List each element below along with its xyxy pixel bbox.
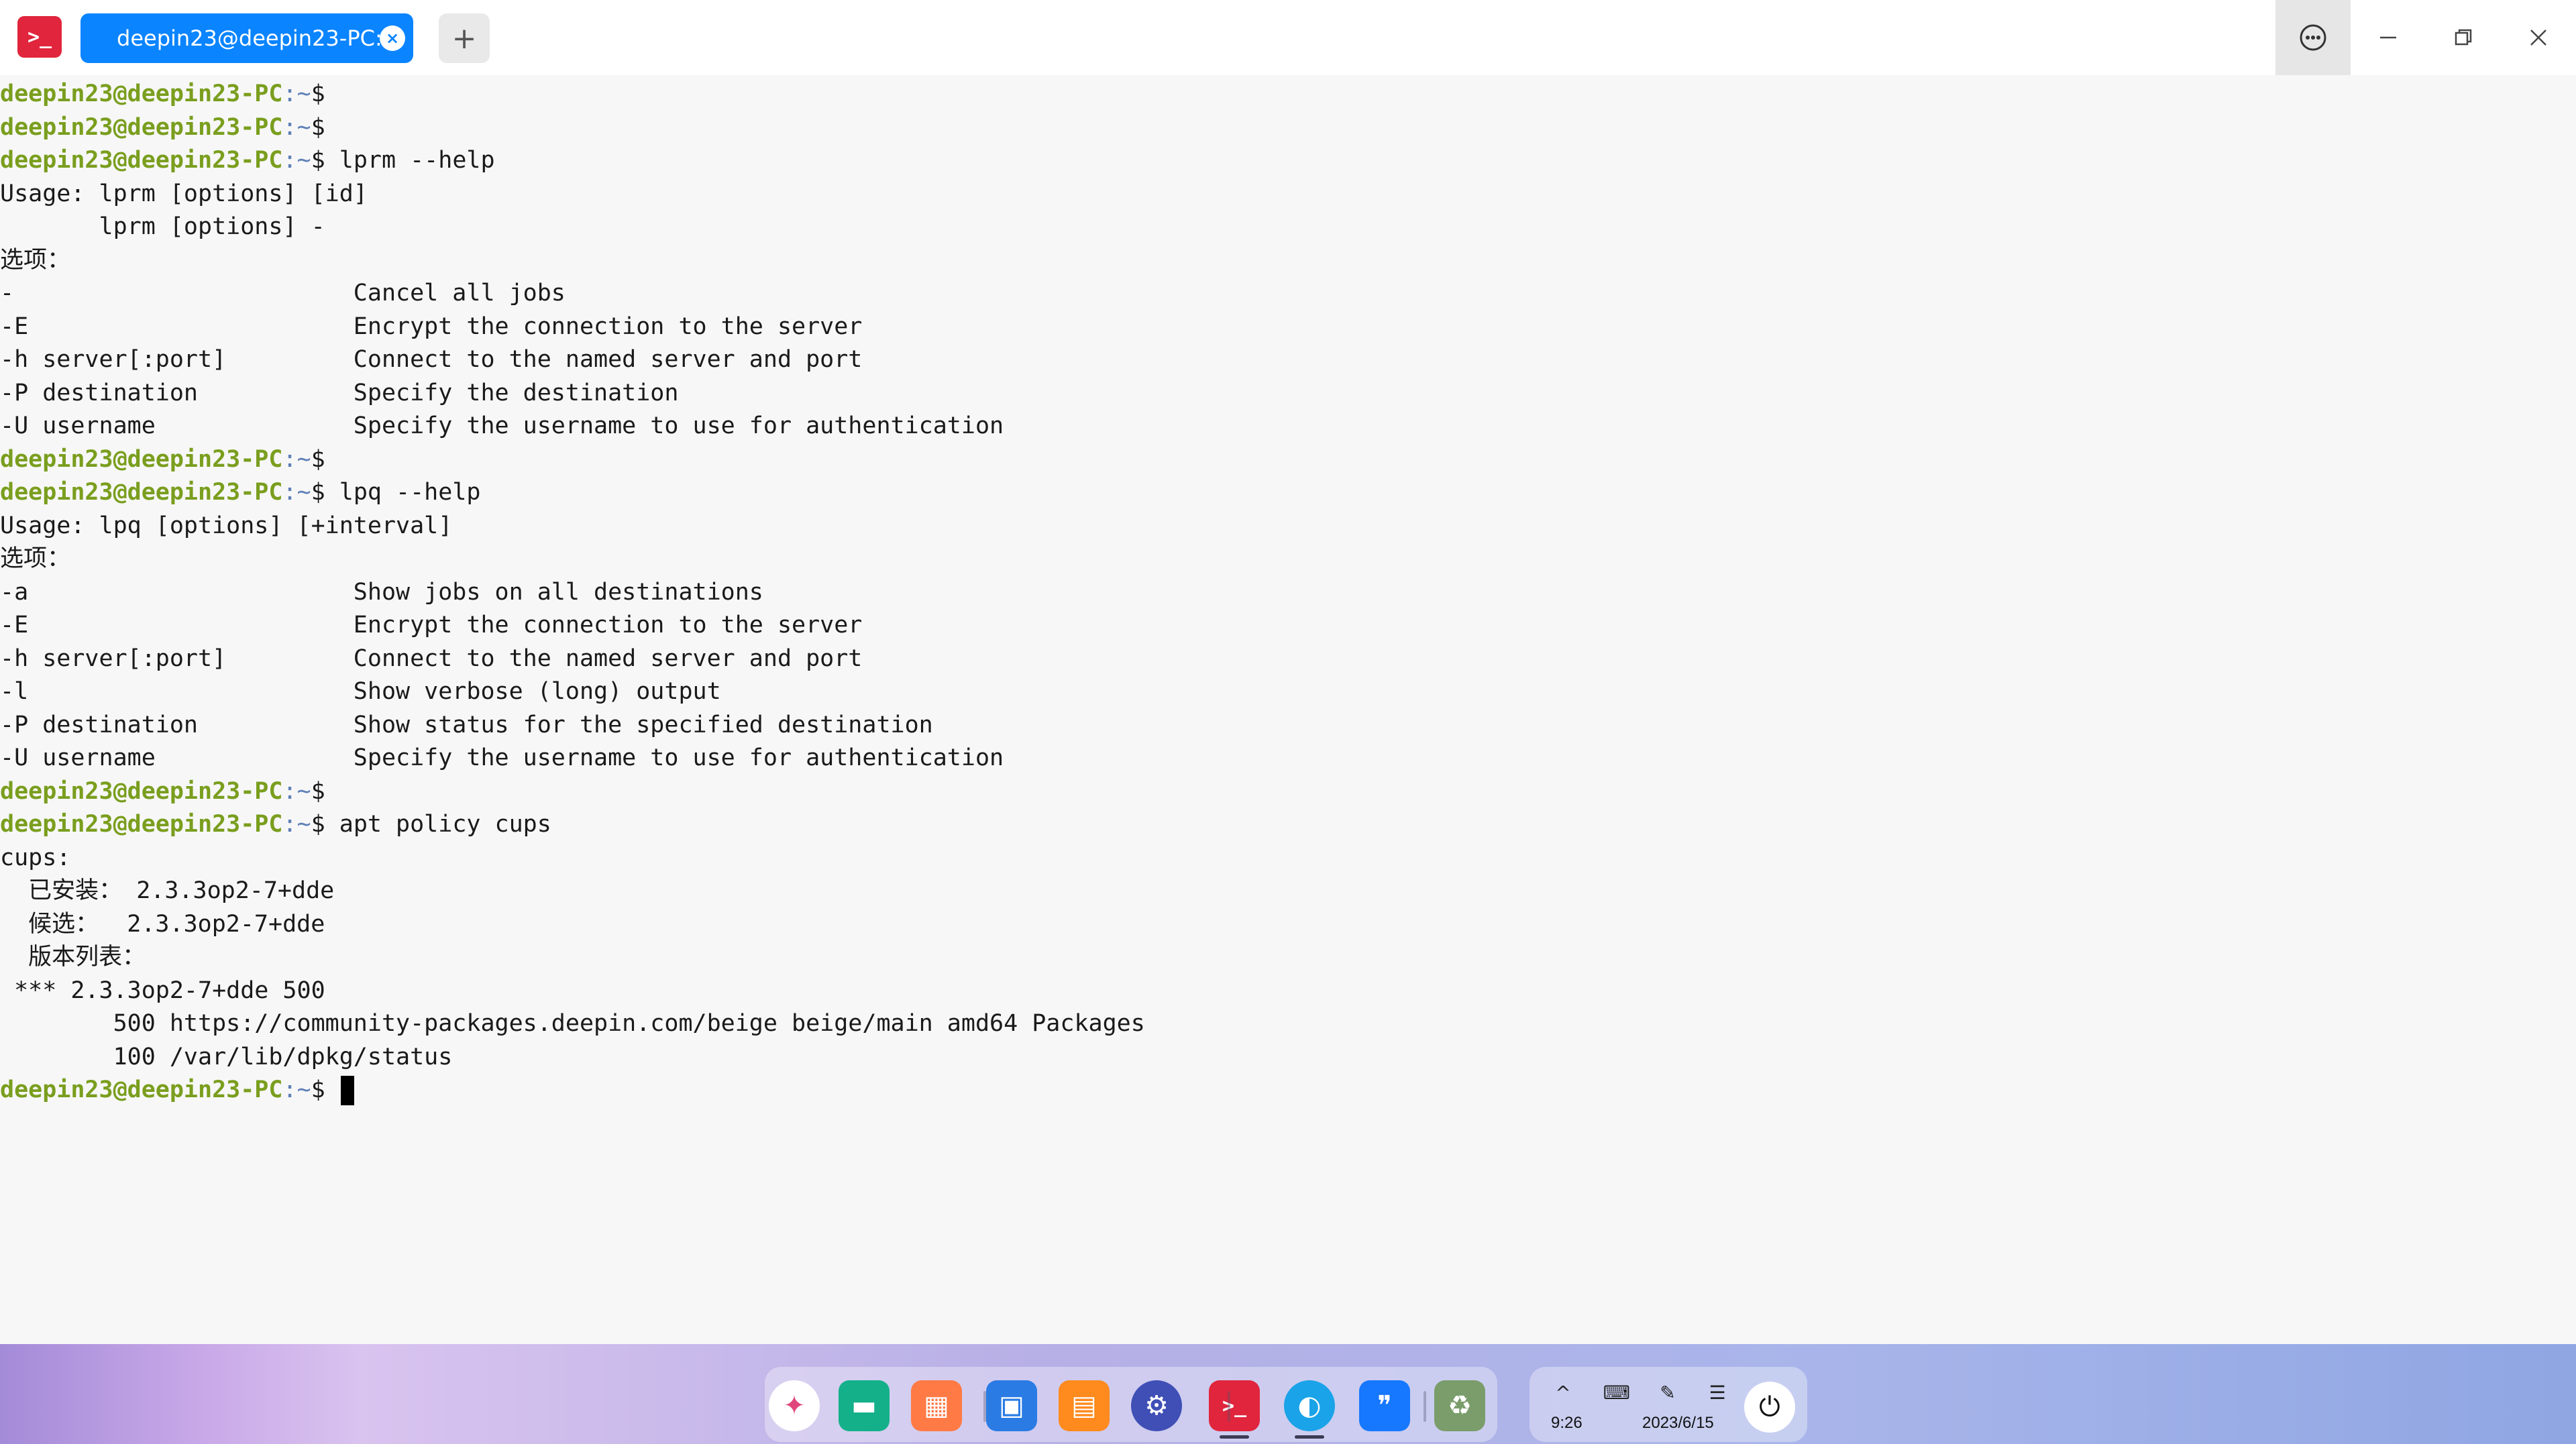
prompt-path: :~ [282,445,311,473]
prompt-path: :~ [282,777,311,805]
prompt-symbol: $ [311,811,325,838]
terminal-output[interactable]: deepin23@deepin23-PC:~$ deepin23@deepin23… [0,75,2576,1344]
trash-icon[interactable]: ♻ [1434,1380,1485,1431]
close-icon [2530,30,2546,46]
tab-close-icon[interactable]: × [380,25,405,51]
terminal-output-line: 候选： 2.3.3op2-7+dde [0,910,325,938]
app-store-grid-icon[interactable]: ▦ [911,1380,962,1431]
file-manager-icon[interactable]: ▣ [986,1380,1037,1431]
prompt-symbol: $ [311,777,325,805]
terminal-output-line: lprm [options] - [0,213,325,240]
terminal-prompt-line: deepin23@deepin23-PC:~$ [0,78,325,111]
multitasking-view-icon[interactable]: ▬ [839,1380,890,1431]
terminal-prompt-line: deepin23@deepin23-PC:~$ lprm --help [0,144,495,178]
terminal-icon[interactable]: >_ [1209,1380,1260,1431]
tab-title: deepin23@deepin23-PC: ~ [117,25,407,51]
new-tab-button[interactable]: + [439,13,490,63]
control-toggle-icon[interactable]: ☰ [1704,1379,1731,1406]
dock: ✦ ▬ ▦ ▣ ▤ ⚙ >_ ◐ ❞ ♻ [765,1367,1497,1442]
terminal-output-line: Usage: lpq [options] [+interval] [0,512,453,539]
terminal-output-line: -E Encrypt the connection to the server [0,313,863,340]
dock-separator [983,1391,986,1422]
minimize-button[interactable] [2351,0,2426,75]
terminal-app-icon[interactable]: >_ [17,16,62,58]
menu-button[interactable] [2275,0,2351,75]
prompt-symbol: $ [311,445,325,473]
prompt-symbol: $ [311,1076,325,1103]
prompt-symbol: $ [311,80,325,107]
prompt-user: deepin23@deepin23-PC [0,777,283,805]
restore-icon [2455,29,2472,46]
launcher-icon[interactable]: ✦ [769,1380,820,1431]
text-cursor [340,1076,354,1105]
terminal-output-line: -l Show verbose (long) output [0,678,721,705]
terminal-output-line: -U username Specify the username to use … [0,412,1004,439]
terminal-output-line: -P destination Show status for the speci… [0,711,933,738]
more-icon [2300,24,2326,51]
command-text: apt policy cups [339,811,551,838]
prompt-user: deepin23@deepin23-PC [0,479,283,506]
prompt-path: :~ [282,147,311,174]
prompt-path: :~ [282,113,311,141]
running-indicator [1220,1435,1249,1439]
clock-date[interactable]: 2023/6/15 [1642,1414,1714,1433]
prompt-user: deepin23@deepin23-PC [0,80,283,107]
title-bar: >_ deepin23@deepin23-PC: ~ × + [0,0,2576,75]
terminal-output-line: -h server[:port] Connect to the named se… [0,645,863,672]
prompt-user: deepin23@deepin23-PC [0,113,283,141]
terminal-output-line: 版本列表： [0,944,146,970]
terminal-output-line: - Cancel all jobs [0,280,566,307]
terminal-output-line: -a Show jobs on all destinations [0,578,763,606]
terminal-prompt-line: deepin23@deepin23-PC:~$ [0,443,325,477]
clock-time[interactable]: 9:26 [1551,1414,1582,1433]
app-store-bag-icon[interactable]: ▤ [1059,1380,1110,1431]
prompt-user: deepin23@deepin23-PC [0,445,283,473]
terminal-output-line: -E Encrypt the connection to the server [0,612,863,638]
terminal-output-line: *** 2.3.3op2-7+dde 500 [0,977,325,1004]
minimize-icon [2380,36,2396,39]
terminal-prompt-line: deepin23@deepin23-PC:~$ apt policy cups [0,808,551,842]
terminal-output-line: 100 /var/lib/dpkg/status [0,1043,453,1070]
prompt-user: deepin23@deepin23-PC [0,1076,283,1103]
prompt-path: :~ [282,811,311,838]
browser-icon[interactable]: ◐ [1284,1380,1335,1431]
terminal-output-line: 选项： [0,545,71,572]
chat-icon[interactable]: ❞ [1359,1380,1410,1431]
terminal-output-line: 已安装： 2.3.3op2-7+dde [0,877,335,904]
terminal-output-line: -P destination Specify the destination [0,379,679,406]
terminal-output-line: 选项： [0,246,71,274]
tray-expand-icon[interactable]: ^ [1550,1379,1576,1406]
prompt-path: :~ [282,80,311,107]
terminal-output-line: -U username Specify the username to use … [0,744,1004,771]
terminal-prompt-line: deepin23@deepin23-PC:~$ [0,775,325,809]
prompt-path: :~ [282,479,311,506]
command-text: lprm --help [339,147,495,174]
prompt-symbol: $ [311,479,325,506]
power-icon: ⏻ [1759,1392,1780,1423]
prompt-user: deepin23@deepin23-PC [0,811,283,838]
terminal-prompt-line: deepin23@deepin23-PC:~$ [0,1074,354,1107]
power-button[interactable]: ⏻ [1744,1382,1795,1433]
terminal-output-line: Usage: lprm [options] [id] [0,180,368,207]
keyboard-icon[interactable]: ⌨ [1603,1379,1630,1406]
taskbar: ✦ ▬ ▦ ▣ ▤ ⚙ >_ ◐ ❞ ♻ ^ 9:26 ⌨ ✎ ☰ 2023/6/15 ⏻ [0,1344,2576,1444]
prompt-symbol: $ [311,147,325,174]
tab-active[interactable]: deepin23@deepin23-PC: ~ × [80,13,413,63]
command-text: lpq --help [339,479,481,506]
dock-separator [1424,1391,1426,1422]
prompt-symbol: $ [311,113,325,141]
terminal-prompt-line: deepin23@deepin23-PC:~$ [0,111,325,145]
control-center-icon[interactable]: ⚙ [1131,1380,1182,1431]
close-button[interactable] [2501,0,2576,75]
terminal-prompt-line: deepin23@deepin23-PC:~$ lpq --help [0,476,480,510]
running-indicator [1295,1435,1324,1439]
terminal-output-line: 500 https://community-packages.deepin.co… [0,1010,1145,1037]
prompt-path: :~ [282,1076,311,1103]
terminal-output-line: cups: [0,844,71,871]
pen-icon[interactable]: ✎ [1654,1379,1681,1406]
prompt-user: deepin23@deepin23-PC [0,147,283,174]
maximize-button[interactable] [2426,0,2501,75]
dock-separator [1228,1391,1230,1422]
terminal-output-line: -h server[:port] Connect to the named se… [0,346,863,373]
